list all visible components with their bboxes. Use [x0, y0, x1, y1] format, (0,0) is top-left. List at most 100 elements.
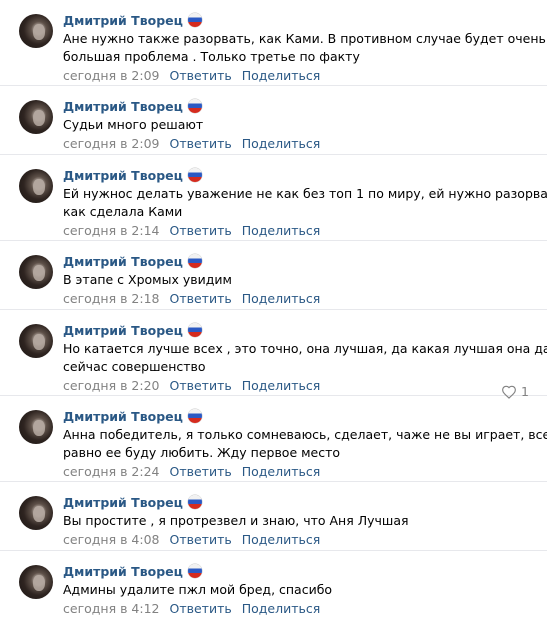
author-name[interactable]: Дмитрий Творец [63, 254, 183, 269]
comment: Дмитрий Творец Вы простите , я протрезве… [0, 482, 547, 551]
author-name[interactable]: Дмитрий Творец [63, 13, 183, 28]
avatar[interactable] [19, 410, 53, 444]
comment-text-line: сейчас совершенство [63, 359, 206, 374]
author-line: Дмитрий Творец [63, 252, 533, 270]
comment-text-line: Ей нужнос делать уважение не как без топ… [63, 186, 547, 201]
comment-time[interactable]: сегодня в 2:20 [63, 378, 160, 393]
russia-flag-icon [187, 323, 202, 337]
comment-text: Анна победитель, я только сомневаюсь, сд… [63, 426, 547, 462]
comment-meta: сегодня в 2:09 Ответить Поделиться [63, 67, 533, 85]
comment-meta: сегодня в 2:18 Ответить Поделиться [63, 290, 533, 308]
comment-meta: сегодня в 4:12 Ответить Поделиться [63, 600, 533, 618]
avatar[interactable] [19, 565, 53, 599]
comment-time[interactable]: сегодня в 2:09 [63, 136, 160, 151]
reply-button[interactable]: Ответить [169, 291, 231, 306]
comment-text-line: Вы простите , я протрезвел и знаю, что А… [63, 513, 409, 528]
comment: Дмитрий Творец Судьи много решают сегодн… [0, 86, 547, 155]
avatar[interactable] [19, 14, 53, 48]
russia-flag-icon [187, 13, 202, 27]
russia-flag-icon [187, 564, 202, 578]
author-name[interactable]: Дмитрий Творец [63, 409, 183, 424]
author-name[interactable]: Дмитрий Творец [63, 323, 183, 338]
avatar[interactable] [19, 100, 53, 134]
comment-text-line: Судьи много решают [63, 117, 204, 132]
comment-text-line: В этапе с Хромых увидим [63, 272, 232, 287]
comment-body: Дмитрий Творец Судьи много решают сегодн… [63, 97, 533, 153]
comment: Дмитрий Творец В этапе с Хромых увидим с… [0, 241, 547, 310]
reply-button[interactable]: Ответить [169, 532, 231, 547]
russia-flag-icon [187, 409, 202, 423]
comment-text-line: Анна победитель, я только сомневаюсь, сд… [63, 427, 547, 442]
author-line: Дмитрий Творец [63, 166, 533, 184]
comment-text-line: как сделала Ками [63, 204, 183, 219]
comment-body: Дмитрий Творец Ей нужнос делать уважение… [63, 166, 547, 240]
comment-text-line: Но катается лучше всех , это точно, она … [63, 341, 547, 356]
author-name[interactable]: Дмитрий Творец [63, 495, 183, 510]
comment-meta: сегодня в 2:20 Ответить Поделиться [63, 377, 533, 395]
share-button[interactable]: Поделиться [242, 532, 321, 547]
share-button[interactable]: Поделиться [242, 68, 321, 83]
avatar[interactable] [19, 324, 53, 358]
comment-text-line: равно ее буду любить. Жду первое место [63, 445, 341, 460]
comment-text: Но катается лучше всех , это точно, она … [63, 340, 547, 376]
author-name[interactable]: Дмитрий Творец [63, 564, 183, 579]
author-line: Дмитрий Творец [63, 11, 533, 29]
comment-text: Судьи много решают [63, 116, 533, 134]
comment-time[interactable]: сегодня в 2:14 [63, 223, 160, 238]
comment-text: Админы удалите пжл мой бред, спасибо [63, 581, 533, 599]
share-button[interactable]: Поделиться [242, 378, 321, 393]
comment-body: Дмитрий Творец Но катается лучше всех , … [63, 321, 547, 395]
author-line: Дмитрий Творец [63, 562, 533, 580]
comment-time[interactable]: сегодня в 2:18 [63, 291, 160, 306]
share-button[interactable]: Поделиться [242, 601, 321, 616]
comment-text: Ане нужно также разорвать, как Ками. В п… [63, 30, 546, 66]
comment-body: Дмитрий Творец Ане нужно также разорвать… [63, 11, 546, 85]
avatar[interactable] [19, 496, 53, 530]
comment-text: Ей нужнос делать уважение не как без топ… [63, 185, 547, 221]
comment: Дмитрий Творец Анна победитель, я только… [0, 396, 547, 482]
reply-button[interactable]: Ответить [169, 378, 231, 393]
comment-text-line: большая проблема . Только третье по факт… [63, 49, 360, 64]
comment-meta: сегодня в 2:24 Ответить Поделиться [63, 463, 533, 481]
share-button[interactable]: Поделиться [242, 223, 321, 238]
comment-time[interactable]: сегодня в 4:08 [63, 532, 160, 547]
comment-body: Дмитрий Творец Админы удалите пжл мой бр… [63, 562, 533, 618]
share-button[interactable]: Поделиться [242, 136, 321, 151]
comment-meta: сегодня в 4:08 Ответить Поделиться [63, 531, 533, 549]
reply-button[interactable]: Ответить [169, 223, 231, 238]
reply-button[interactable]: Ответить [169, 464, 231, 479]
comment-meta: сегодня в 2:14 Ответить Поделиться [63, 222, 533, 240]
author-name[interactable]: Дмитрий Творец [63, 168, 183, 183]
share-button[interactable]: Поделиться [242, 291, 321, 306]
reply-button[interactable]: Ответить [169, 68, 231, 83]
comment-text: Вы простите , я протрезвел и знаю, что А… [63, 512, 533, 530]
comment-text-line: Ане нужно также разорвать, как Ками. В п… [63, 31, 546, 46]
comment-body: Дмитрий Творец В этапе с Хромых увидим с… [63, 252, 533, 308]
comment-body: Дмитрий Творец Вы простите , я протрезве… [63, 493, 533, 549]
reply-button[interactable]: Ответить [169, 601, 231, 616]
russia-flag-icon [187, 495, 202, 509]
comment: Дмитрий Творец Ане нужно также разорвать… [0, 0, 547, 86]
author-line: Дмитрий Творец [63, 493, 533, 511]
comment-meta: сегодня в 2:09 Ответить Поделиться [63, 135, 533, 153]
comment-text: В этапе с Хромых увидим [63, 271, 533, 289]
comment-body: Дмитрий Творец Анна победитель, я только… [63, 407, 547, 481]
author-line: Дмитрий Творец [63, 97, 533, 115]
author-line: Дмитрий Творец [63, 407, 533, 425]
comment: Дмитрий Творец Ей нужнос делать уважение… [0, 155, 547, 241]
russia-flag-icon [187, 99, 202, 113]
comment-time[interactable]: сегодня в 2:09 [63, 68, 160, 83]
reply-button[interactable]: Ответить [169, 136, 231, 151]
comment-time[interactable]: сегодня в 2:24 [63, 464, 160, 479]
russia-flag-icon [187, 254, 202, 268]
avatar[interactable] [19, 255, 53, 289]
share-button[interactable]: Поделиться [242, 464, 321, 479]
author-name[interactable]: Дмитрий Творец [63, 99, 183, 114]
russia-flag-icon [187, 168, 202, 182]
author-line: Дмитрий Творец [63, 321, 533, 339]
comment-text-line: Админы удалите пжл мой бред, спасибо [63, 582, 333, 597]
comment: Дмитрий Творец Но катается лучше всех , … [0, 310, 547, 399]
comment: Дмитрий Творец Админы удалите пжл мой бр… [0, 551, 547, 619]
avatar[interactable] [19, 169, 53, 203]
comment-time[interactable]: сегодня в 4:12 [63, 601, 160, 616]
